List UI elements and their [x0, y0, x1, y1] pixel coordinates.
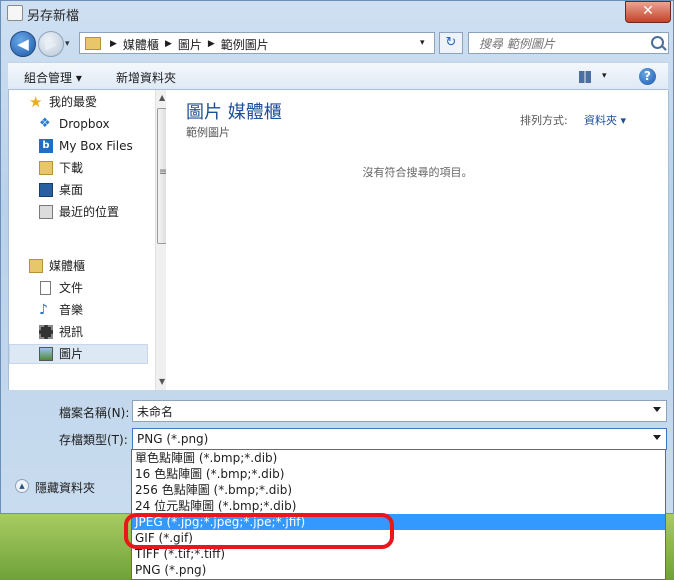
help-icon[interactable]: ? — [639, 68, 656, 85]
breadcrumb-separator[interactable]: ▶ — [104, 36, 123, 53]
sidebar-item-videos[interactable]: 視訊 — [39, 322, 83, 342]
organize-button[interactable]: 組合管理 ▾ — [24, 69, 82, 86]
hide-folders-button[interactable]: ▲ 隱藏資料夾 — [15, 479, 95, 496]
downloads-folder-icon — [39, 161, 53, 175]
empty-message: 沒有符合搜尋的項目。 — [362, 166, 473, 179]
search-input[interactable] — [477, 35, 651, 53]
chevron-down-icon[interactable] — [653, 407, 661, 412]
navigation-pane: ★ 我的最愛 ❖ Dropbox b My Box Files 下載 桌面 最近… — [8, 90, 171, 390]
sidebar-item-documents[interactable]: 文件 — [39, 278, 83, 298]
sidebar-item-music[interactable]: ♪ 音樂 — [39, 300, 83, 320]
address-bar[interactable]: ▶ 媒體櫃 ▶ 圖片 ▶ 範例圖片 ▾ — [79, 32, 435, 54]
breadcrumb-pictures[interactable]: 圖片 — [178, 36, 202, 53]
sidebar-item-my-box-files[interactable]: b My Box Files — [39, 136, 133, 156]
close-button[interactable]: ✕ — [625, 1, 671, 23]
sidebar-item-recent-places[interactable]: 最近的位置 — [39, 202, 119, 222]
star-icon: ★ — [29, 93, 43, 111]
breadcrumb-sample-pictures[interactable]: 範例圖片 — [221, 36, 269, 53]
sidebar-item-downloads[interactable]: 下載 — [39, 158, 83, 178]
refresh-button[interactable]: ↻ — [439, 32, 463, 54]
breadcrumb-separator[interactable]: ▶ — [202, 36, 221, 53]
scroll-down-arrow[interactable]: ▼ — [159, 377, 165, 386]
library-subtitle: 範例圖片 — [186, 126, 230, 139]
save-as-dialog: 另存新檔 ✕ ◀ ▶ ▾ ▶ 媒體櫃 ▶ 圖片 ▶ 範例圖片 ▾ ↻ 組合管理 … — [0, 0, 674, 514]
annotation-highlight-ring — [124, 513, 394, 549]
hide-folders-label: 隱藏資料夾 — [35, 481, 96, 495]
pictures-icon — [39, 347, 53, 361]
new-folder-button[interactable]: 新增資料夾 — [116, 69, 176, 86]
change-view-icon[interactable] — [579, 71, 591, 83]
box-icon: b — [39, 139, 53, 153]
filename-label: 檔案名稱(N): — [59, 406, 130, 420]
sidebar-item-libraries[interactable]: 媒體櫃 — [29, 256, 85, 276]
window-title: 另存新檔 — [27, 9, 80, 24]
breadcrumb-separator[interactable]: ▶ — [159, 36, 178, 53]
search-icon[interactable] — [651, 36, 664, 49]
desktop-icon — [39, 183, 53, 197]
sidebar-item-favorites[interactable]: ★ 我的最愛 — [29, 92, 97, 112]
address-dropdown-icon[interactable]: ▾ — [420, 38, 425, 48]
scroll-up-arrow[interactable]: ▲ — [159, 93, 165, 102]
filetype-select[interactable]: PNG (*.png) — [132, 428, 667, 450]
video-icon — [39, 325, 53, 339]
history-dropdown-icon[interactable]: ▾ — [65, 39, 70, 49]
command-bar: 組合管理 ▾ 新增資料夾 ▾ ? — [8, 62, 668, 90]
filetype-option[interactable]: 16 色點陣圖 (*.bmp;*.dib) — [132, 466, 665, 482]
sidebar-item-dropbox[interactable]: ❖ Dropbox — [39, 114, 110, 134]
dropbox-icon: ❖ — [39, 116, 51, 131]
recent-places-icon — [39, 205, 53, 219]
filetype-label: 存檔類型(T): — [59, 433, 128, 447]
libraries-icon — [29, 259, 43, 273]
sidebar-item-desktop[interactable]: 桌面 — [39, 180, 83, 200]
app-icon — [7, 5, 23, 21]
breadcrumb-libraries[interactable]: 媒體櫃 — [123, 36, 159, 53]
filetype-option[interactable]: 單色點陣圖 (*.bmp;*.dib) — [132, 450, 665, 466]
view-dropdown-icon[interactable]: ▾ — [602, 71, 607, 81]
folder-icon — [85, 37, 101, 50]
collapse-icon: ▲ — [15, 479, 29, 493]
filetype-option[interactable]: PNG (*.png) — [132, 562, 665, 578]
search-box[interactable] — [468, 32, 669, 54]
sidebar-item-pictures[interactable]: 圖片 — [39, 344, 83, 364]
chevron-down-icon[interactable] — [653, 435, 661, 440]
document-icon — [40, 281, 51, 295]
filetype-option[interactable]: 256 色點陣圖 (*.bmp;*.dib) — [132, 482, 665, 498]
filename-input[interactable] — [137, 403, 637, 419]
breadcrumb: ▶ 媒體櫃 ▶ 圖片 ▶ 範例圖片 — [104, 36, 269, 53]
file-list-pane: 圖片 媒體櫃 範例圖片 排列方式: 資料夾 ▾ 沒有符合搜尋的項目。 — [166, 90, 669, 390]
back-button[interactable]: ◀ — [10, 31, 36, 57]
filetype-selected-value: PNG (*.png) — [137, 432, 209, 446]
filename-combobox[interactable] — [132, 400, 667, 422]
forward-button[interactable]: ▶ — [38, 31, 64, 57]
filetype-option[interactable]: 24 位元點陣圖 (*.bmp;*.dib) — [132, 498, 665, 514]
music-icon: ♪ — [39, 302, 48, 318]
arrange-by-dropdown[interactable]: 資料夾 ▾ — [584, 112, 626, 128]
arrange-by-label: 排列方式: — [520, 114, 568, 127]
library-title: 圖片 媒體櫃 — [186, 102, 282, 123]
